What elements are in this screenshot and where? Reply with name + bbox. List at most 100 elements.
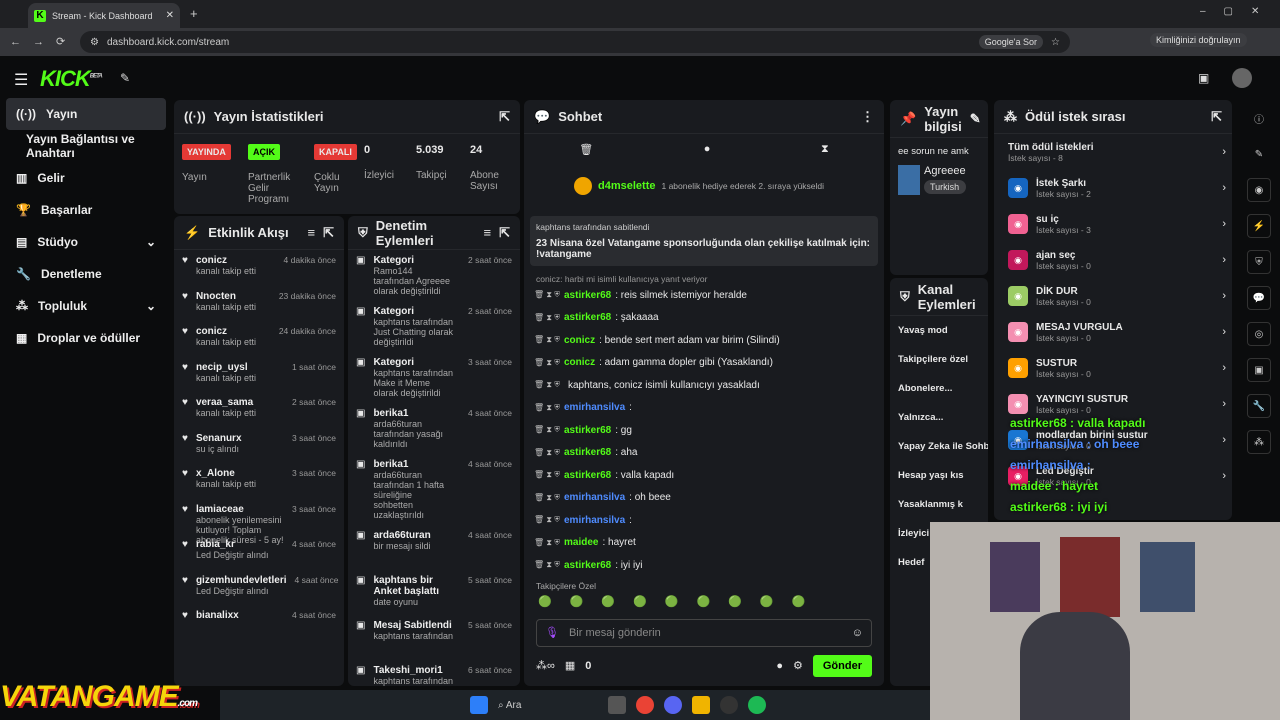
chat-message[interactable]: 🗑 ⧗ ⛨ conicz: bende sert mert adam var bi…	[524, 329, 884, 352]
nav-stream-key[interactable]: Yayın Bağlantısı ve Anahtarı	[0, 130, 172, 162]
chat-username[interactable]: conicz	[564, 357, 595, 368]
activity-item[interactable]: ♥ Senanurx su iç alındı 3 saat önce	[174, 428, 344, 464]
activity-user[interactable]: Senanurx	[196, 433, 242, 444]
activity-item[interactable]: ♥ x_Alone kanalı takip etti 3 saat önce	[174, 463, 344, 499]
chat-message[interactable]: 🗑 ⧗ ⛨ emirhansilva:	[524, 397, 884, 420]
chat-username[interactable]: emirhansilva	[564, 492, 625, 503]
camera-icon[interactable]: ◉	[1247, 178, 1271, 202]
chat-username[interactable]: emirhansilva	[564, 402, 625, 413]
mod-tools-icon[interactable]: 🗑 ⧗ ⛨	[534, 538, 560, 548]
edit-icon[interactable]: ✎	[1247, 142, 1271, 166]
send-button[interactable]: Gönder	[812, 654, 872, 677]
chat-message[interactable]: 🗑 ⧗ ⛨ astirker68: gg	[524, 419, 884, 442]
nav-revenue[interactable]: ▥ Gelir	[0, 162, 172, 194]
chat-username[interactable]: astirker68	[564, 470, 611, 481]
new-tab-icon[interactable]: +	[190, 6, 198, 21]
mic-icon[interactable]: 🎙	[545, 626, 559, 639]
taskbar-search[interactable]: ⌕ Ara	[498, 700, 598, 711]
channel-action[interactable]: Abonelere...	[890, 374, 988, 403]
chat-username[interactable]: astirker68	[564, 425, 611, 436]
mod-tools-icon[interactable]: 🗑 ⧗ ⛨	[534, 560, 560, 570]
chat-message[interactable]: 🗑 ⧗ ⛨ astirker68: reis silmek istemiyor h…	[524, 284, 884, 307]
chat-username[interactable]: maidee	[564, 537, 598, 548]
mod-tools-icon[interactable]: 🗑 ⧗ ⛨	[534, 515, 560, 525]
hourglass-icon[interactable]: ⧗	[821, 143, 829, 156]
screen-icon[interactable]: ▣	[1198, 71, 1209, 85]
activity-user[interactable]: bianalixx	[196, 610, 239, 621]
popout-icon[interactable]: ⇱	[1211, 109, 1222, 125]
popout-icon[interactable]: ⇱	[499, 225, 510, 241]
bookmark-star-icon[interactable]: ☆	[1051, 37, 1060, 48]
activity-item[interactable]: ♥ rabia_kr Led Değiştir alındı 4 saat önce	[174, 534, 344, 570]
window-controls[interactable]: –▢✕	[1200, 6, 1277, 17]
info-icon[interactable]: ⓘ	[1247, 106, 1271, 130]
app-icon[interactable]	[608, 696, 626, 714]
chat-message[interactable]: 🗑 ⧗ ⛨ kaphtans, conicz isimli kullanıcıyı…	[524, 374, 884, 397]
popout-icon[interactable]: ⇱	[499, 109, 510, 125]
activity-item[interactable]: ♥ conicz kanalı takip etti 24 dakika önce	[174, 321, 344, 357]
activity-user[interactable]: lamiaceae	[196, 504, 284, 515]
info-panel-icon[interactable]: ▣	[1247, 358, 1271, 382]
activity-item[interactable]: ♥ Nnocten kanalı takip etti 23 dakika önce	[174, 286, 344, 322]
activity-user[interactable]: necip_uysl	[196, 362, 256, 373]
url-field[interactable]: ⚙ dashboard.kick.com/stream Google'a Sor…	[80, 31, 1070, 53]
gear-icon[interactable]: ⚙	[793, 659, 803, 672]
discord-icon[interactable]	[664, 696, 682, 714]
chat-message[interactable]: 🗑 ⧗ ⛨ emirhansilva: oh beee	[524, 487, 884, 510]
edit-icon[interactable]: ✎	[970, 111, 981, 127]
moderation-item[interactable]: ▣ Mesaj Sabitlendi kaphtans tarafından 5 sa…	[348, 615, 520, 660]
activity-item[interactable]: ♥ necip_uysl kanalı takip etti 1 saat önce	[174, 357, 344, 393]
moderation-item[interactable]: ▣ Kategori kaphtans tarafından Just Chatti…	[348, 301, 520, 352]
spotify-icon[interactable]	[748, 696, 766, 714]
bolt-icon[interactable]: ⚡	[1247, 214, 1271, 238]
tools-icon[interactable]: ✎	[120, 71, 130, 85]
channel-action[interactable]: Yasaklanmış k	[890, 490, 988, 519]
chat-message[interactable]: 🗑 ⧗ ⛨ emirhansilva:	[524, 509, 884, 532]
nav-achievements[interactable]: 🏆 Başarılar	[0, 194, 172, 226]
nav-buttons-icon[interactable]: ←→⟳	[10, 35, 77, 48]
reward-item[interactable]: ◉ SUSTUR İstek sayısı - 0 ›	[1006, 350, 1232, 386]
chat-message[interactable]: 🗑 ⧗ ⛨ maidee: hayret	[524, 532, 884, 555]
mod-tools-icon[interactable]: 🗑 ⧗ ⛨	[534, 358, 560, 368]
chat-icon[interactable]: 💬	[1247, 286, 1271, 310]
mod-tools-icon[interactable]: 🗑 ⧗ ⛨	[534, 290, 560, 300]
mod-tools-icon[interactable]: 🗑 ⧗ ⛨	[534, 403, 560, 413]
emote-row[interactable]: 🟢 🟢 🟢 🟢 🟢 🟢 🟢 🟢 🟢	[524, 595, 884, 613]
chat-username[interactable]: astirker68	[564, 560, 611, 571]
nav-drops[interactable]: ▦ Droplar ve ödüller	[0, 322, 172, 354]
verify-identity-button[interactable]: Kimliğinizi doğrulayın	[1150, 33, 1247, 47]
reward-item[interactable]: ◉ MESAJ VURGULA İstek sayısı - 0 ›	[1006, 314, 1232, 350]
more-icon[interactable]: ⋮	[861, 109, 874, 125]
moderation-item[interactable]: ▣ berika1 arda66turan tarafından 1 hafta s…	[348, 454, 520, 525]
moderation-item[interactable]: ▣ kaphtans bir Anket başlattı date oyunu 5 …	[348, 570, 520, 615]
mod-tools-icon[interactable]: 🗑 ⧗ ⛨	[534, 335, 560, 345]
browser-tab[interactable]: K Stream - Kick Dashboard ✕	[28, 3, 180, 28]
moderation-item[interactable]: ▣ arda66turan bir mesajı sildi 4 saat önce	[348, 525, 520, 570]
mod-tools-icon[interactable]: 🗑 ⧗ ⛨	[534, 493, 560, 503]
reward-item[interactable]: ◉ su iç İstek sayısı - 3 ›	[1006, 206, 1232, 242]
chat-message[interactable]: 🗑 ⧗ ⛨ astirker68: valla kapadı	[524, 464, 884, 487]
chat-message[interactable]: 🗑 ⧗ ⛨ astirker68: şakaaaa	[524, 307, 884, 330]
mod-tools-icon[interactable]: 🗑 ⧗ ⛨	[534, 425, 560, 435]
chat-message[interactable]: 🗑 ⧗ ⛨ conicz: adam gamma dopler gibi (Yas…	[524, 352, 884, 375]
emoji-icon[interactable]: ☺	[852, 627, 863, 639]
activity-item[interactable]: ♥ conicz kanalı takip etti 4 dakika önce	[174, 250, 344, 286]
activity-user[interactable]: veraa_sama	[196, 397, 256, 408]
channel-action[interactable]: Yavaş mod	[890, 316, 988, 345]
channel-action[interactable]: Hesap yaşı kıs	[890, 461, 988, 490]
gift-user[interactable]: d4mselette	[598, 180, 655, 192]
reward-item[interactable]: ◉ DİK DUR İstek sayısı - 0 ›	[1006, 278, 1232, 314]
points-icon[interactable]: ⁂∞	[536, 659, 555, 672]
moderation-item[interactable]: ▣ berika1 arda66turan tarafından yasağı ka…	[348, 403, 520, 454]
channel-action[interactable]: Yapay Zeka ile Sohbet Denetimi	[890, 432, 988, 461]
tag-pill[interactable]: Turkish	[924, 180, 966, 194]
shield-icon[interactable]: ⛨	[1247, 250, 1271, 274]
activity-item[interactable]: ♥ bianalixx 4 saat önce	[174, 605, 344, 641]
close-tab-icon[interactable]: ✕	[166, 10, 174, 21]
reward-item[interactable]: ◉ İstek Şarkı İstek sayısı - 2 ›	[1006, 170, 1232, 206]
mod-tools-icon[interactable]: 🗑 ⧗ ⛨	[534, 448, 560, 458]
activity-item[interactable]: ♥ lamiaceae abonelik yenilemesini kutluyor…	[174, 499, 344, 545]
activity-user[interactable]: Nnocten	[196, 291, 256, 302]
channel-action[interactable]: Takipçilere özel	[890, 345, 988, 374]
menu-icon[interactable]: ☰	[14, 70, 28, 90]
